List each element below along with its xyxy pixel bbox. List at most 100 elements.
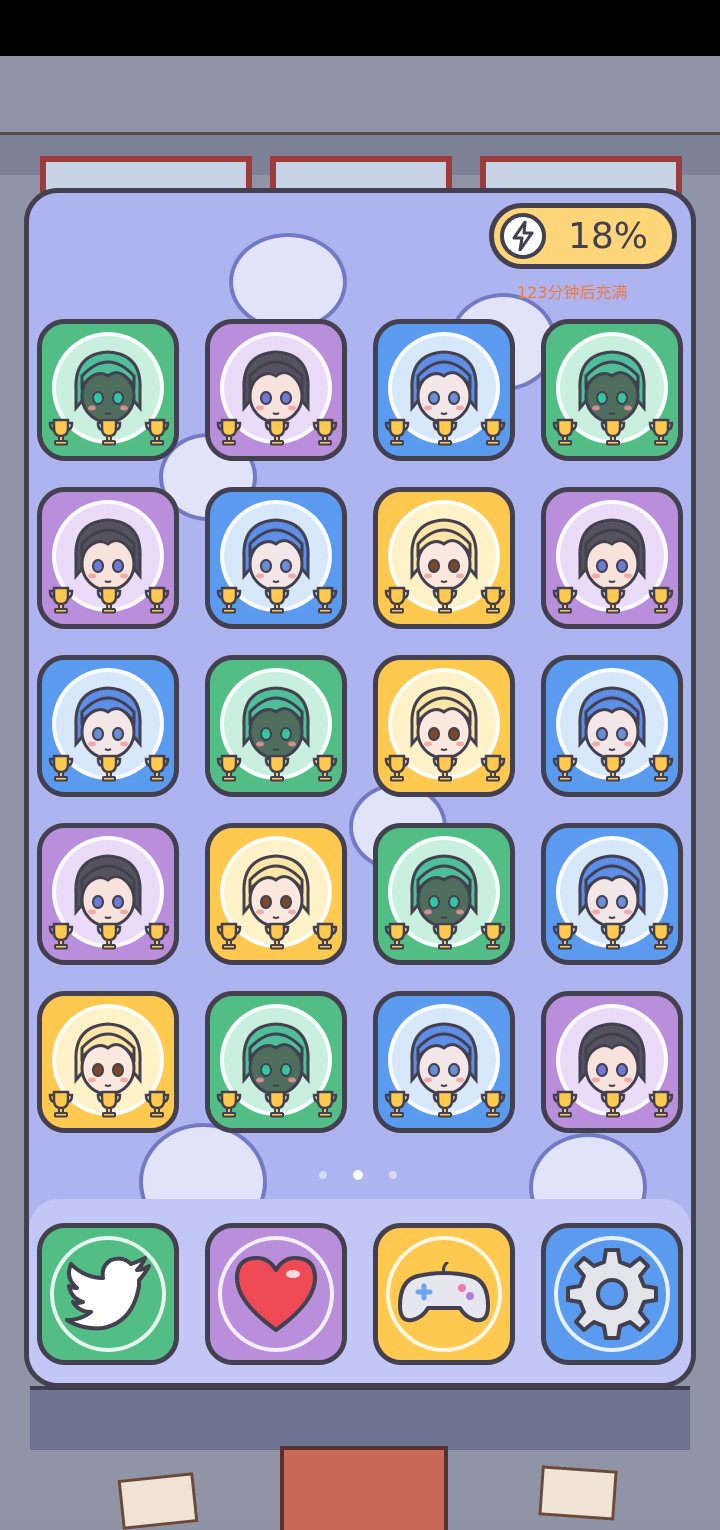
heart-icon [231,1254,321,1334]
trophy-icon [480,418,506,450]
character-card-blue[interactable] [373,319,515,461]
trophy-icon [480,922,506,954]
trophy-icon [312,586,338,618]
trophy-row [48,1090,170,1122]
trophy-icon [216,418,242,450]
trophy-row [48,754,170,786]
trophy-icon [216,586,242,618]
favorite-button[interactable] [205,1223,347,1365]
character-card-blue[interactable] [541,823,683,965]
trophy-icon [48,922,74,954]
trophy-icon [432,586,458,618]
trophy-row [48,922,170,954]
trophy-icon [264,586,290,618]
door [280,1446,448,1530]
trophy-row [384,1090,506,1122]
character-card-yellow[interactable] [37,991,179,1133]
trophy-icon [264,1090,290,1122]
page-dot[interactable] [389,1171,397,1179]
character-card-purple[interactable] [205,319,347,461]
character-card-yellow[interactable] [373,487,515,629]
trophy-icon [96,586,122,618]
trophy-icon [96,922,122,954]
trophy-row [384,922,506,954]
gear-icon [564,1246,660,1342]
trophy-row [216,922,338,954]
trophy-icon [144,922,170,954]
lightning-icon [500,213,546,259]
trophy-icon [384,1090,410,1122]
trophy-row [384,418,506,450]
trophy-icon [216,754,242,786]
character-card-green[interactable] [541,319,683,461]
trophy-icon [312,922,338,954]
trophy-icon [384,922,410,954]
trophy-icon [432,754,458,786]
paper-note [117,1472,199,1530]
floor-beam [30,1386,690,1450]
page-dot[interactable] [353,1170,363,1180]
trophy-icon [432,1090,458,1122]
trophy-icon [96,418,122,450]
trophy-icon [384,754,410,786]
character-card-purple[interactable] [37,487,179,629]
character-card-purple[interactable] [37,823,179,965]
phone-screen: 18% 123分钟后充满 [24,188,696,1388]
twitter-button[interactable] [37,1223,179,1365]
character-card-blue[interactable] [205,487,347,629]
character-card-purple[interactable] [541,991,683,1133]
character-card-yellow[interactable] [205,823,347,965]
trophy-row [552,586,674,618]
trophy-row [48,586,170,618]
trophy-icon [648,922,674,954]
trophy-icon [552,754,578,786]
character-card-green[interactable] [205,655,347,797]
trophy-icon [312,754,338,786]
character-card-green[interactable] [373,823,515,965]
character-card-blue[interactable] [373,991,515,1133]
trophy-icon [216,922,242,954]
trophy-icon [432,922,458,954]
trophy-icon [648,1090,674,1122]
trophy-row [216,586,338,618]
games-button[interactable] [373,1223,515,1365]
bird-icon [63,1256,153,1332]
dock [29,1199,691,1383]
battery-indicator: 18% [489,203,677,269]
character-card-blue[interactable] [541,655,683,797]
trophy-icon [48,754,74,786]
trophy-row [552,1090,674,1122]
trophy-row [384,586,506,618]
trophy-icon [216,1090,242,1122]
trophy-icon [312,418,338,450]
page-dot[interactable] [319,1171,327,1179]
trophy-icon [384,418,410,450]
trophy-icon [264,922,290,954]
trophy-icon [552,418,578,450]
trophy-icon [552,586,578,618]
trophy-icon [96,1090,122,1122]
trophy-icon [600,1090,626,1122]
trophy-icon [600,922,626,954]
character-card-green[interactable] [205,991,347,1133]
trophy-icon [480,1090,506,1122]
trophy-icon [480,586,506,618]
battery-percent: 18% [568,216,649,257]
trophy-icon [144,1090,170,1122]
settings-button[interactable] [541,1223,683,1365]
character-card-yellow[interactable] [373,655,515,797]
character-card-purple[interactable] [541,487,683,629]
trophy-icon [312,1090,338,1122]
paper-note [538,1465,618,1521]
character-card-green[interactable] [37,319,179,461]
trophy-icon [552,1090,578,1122]
trophy-icon [144,586,170,618]
character-card-blue[interactable] [37,655,179,797]
trophy-row [552,418,674,450]
trophy-icon [648,754,674,786]
refill-time-text: 123分钟后充满 [517,283,628,302]
trophy-icon [144,418,170,450]
trophy-row [216,418,338,450]
trophy-icon [48,418,74,450]
trophy-row [216,754,338,786]
